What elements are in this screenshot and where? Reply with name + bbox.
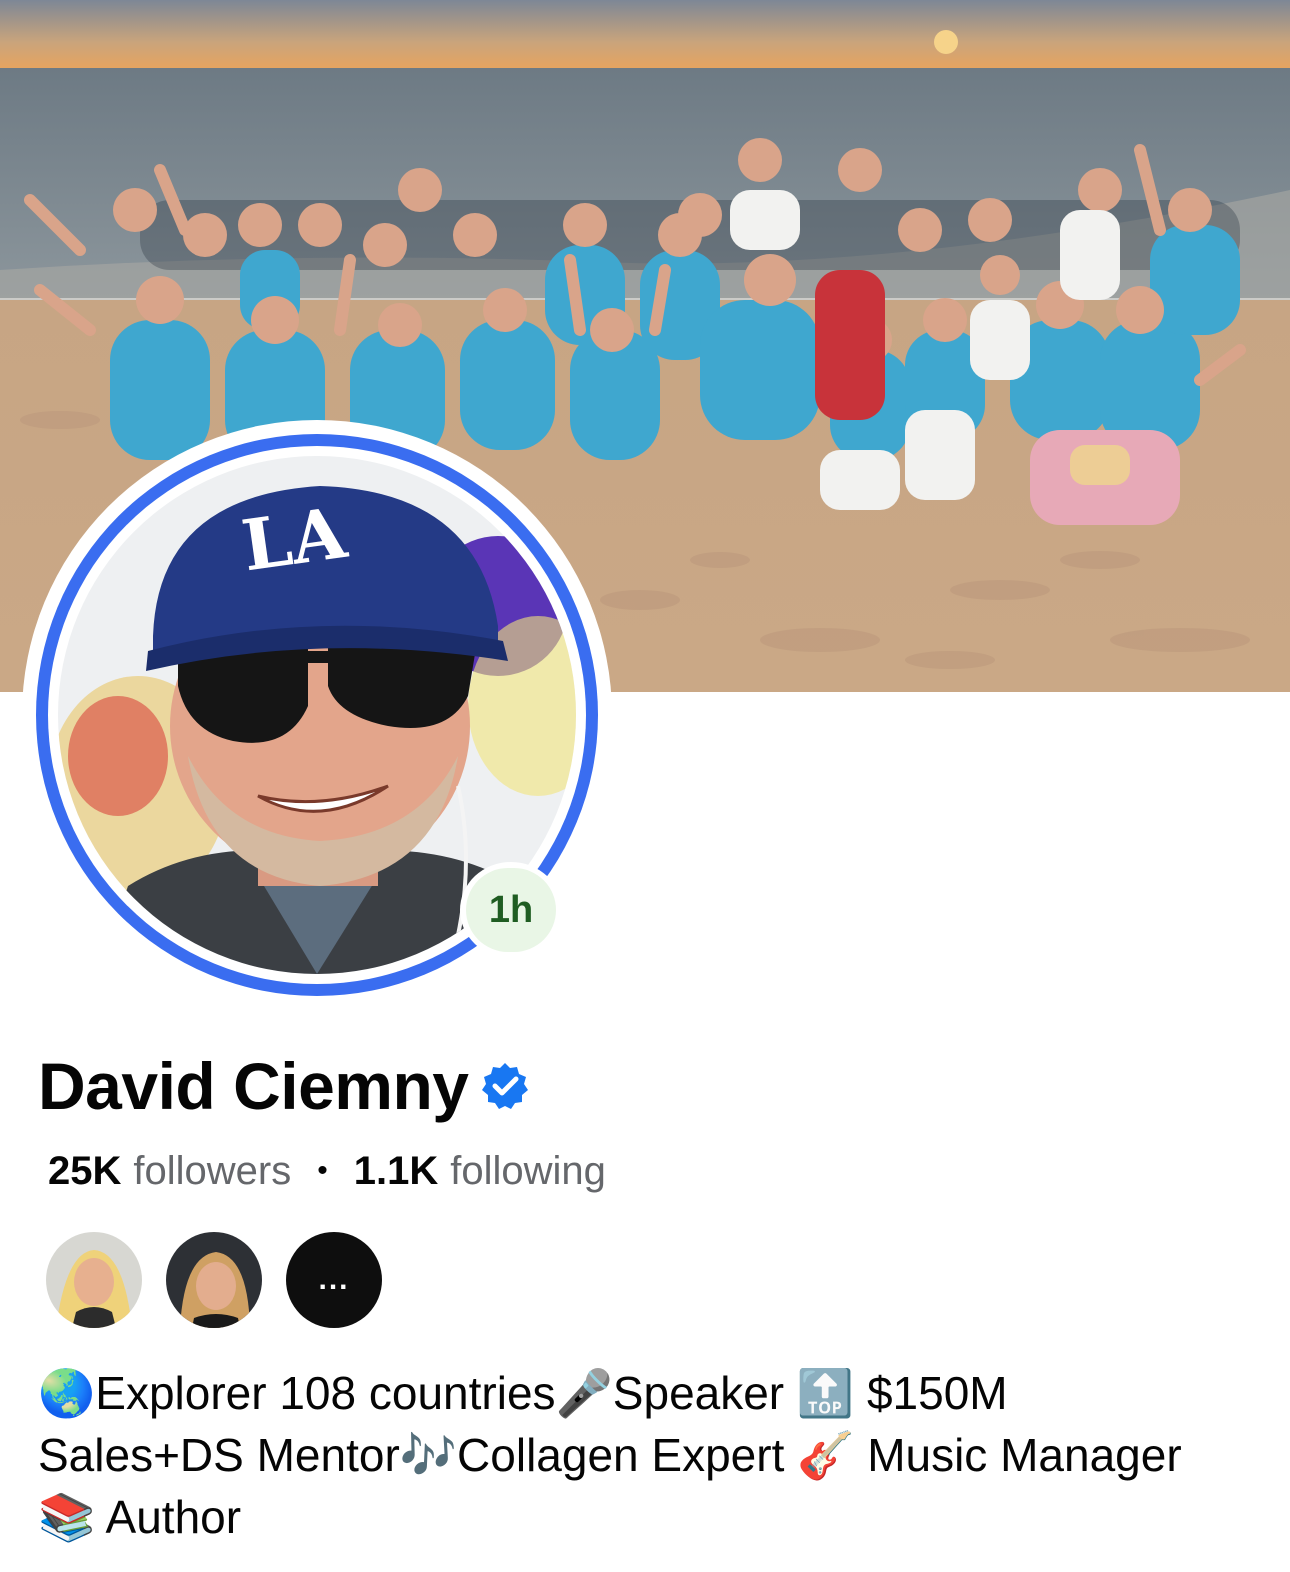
person-photo-icon: [46, 1232, 142, 1328]
story-age-badge: 1h: [460, 862, 562, 958]
mutual-follower-avatar[interactable]: [46, 1232, 142, 1328]
profile-bio: 🌏Explorer 108 countries🎤Speaker 🔝 $150M …: [38, 1367, 1182, 1543]
stats-separator: •: [317, 1154, 328, 1187]
followers-link[interactable]: 25K followers: [48, 1146, 291, 1196]
profile-name: David Ciemny: [38, 1049, 469, 1123]
profile-name-row: David Ciemny: [38, 1046, 530, 1126]
following-link[interactable]: 1.1K following: [354, 1146, 606, 1196]
story-age-text: 1h: [466, 868, 556, 952]
followers-label: followers: [133, 1149, 292, 1193]
verified-badge-icon[interactable]: [480, 1061, 530, 1111]
follow-stats: 25K followers • 1.1K following: [48, 1146, 606, 1196]
svg-text:LA: LA: [237, 491, 353, 588]
following-label: following: [450, 1149, 606, 1193]
person-photo-icon: [166, 1232, 262, 1328]
more-label: ...: [318, 1263, 350, 1296]
mutual-followers: ...: [46, 1232, 406, 1328]
following-count: 1.1K: [353, 1149, 439, 1193]
more-mutuals-button[interactable]: ...: [286, 1232, 382, 1328]
mutual-follower-avatar[interactable]: [166, 1232, 262, 1328]
followers-count: 25K: [48, 1149, 122, 1193]
